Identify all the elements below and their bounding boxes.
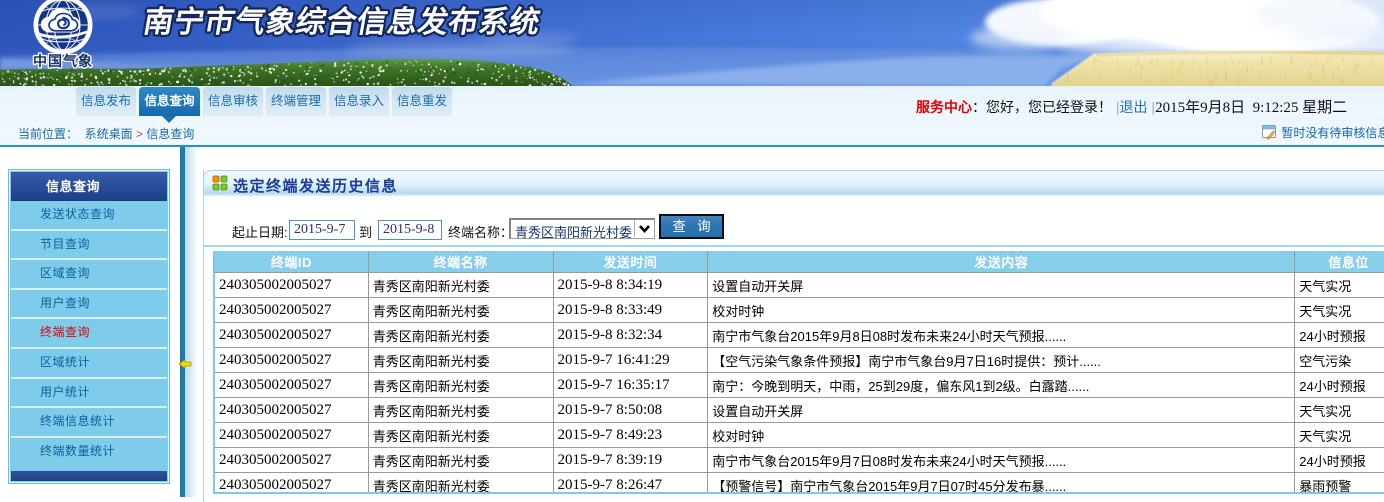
svg-text:南宁市气象综合信息发布系统: 南宁市气象综合信息发布系统 xyxy=(141,4,543,39)
svg-text:中国气象: 中国气象 xyxy=(33,53,93,69)
